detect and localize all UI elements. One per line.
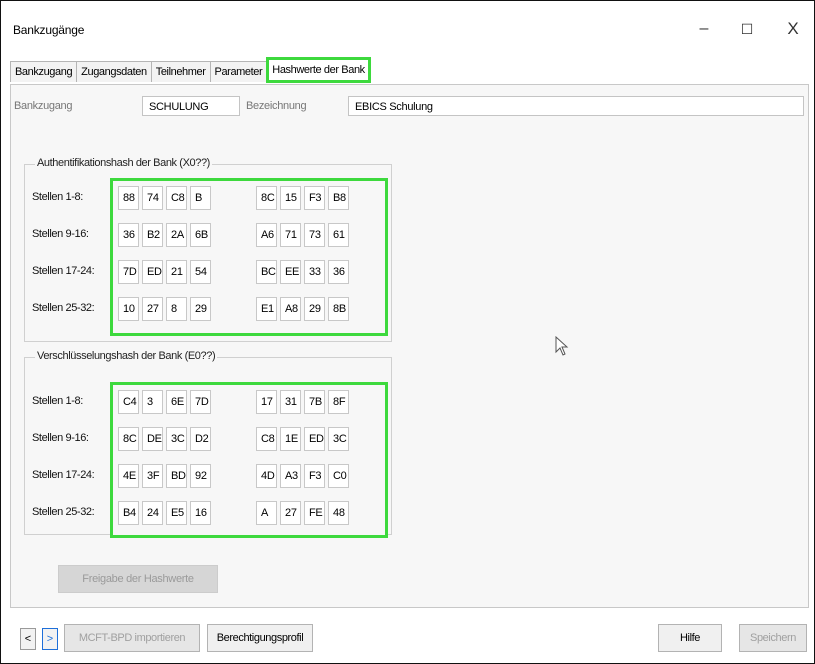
hash-cell: EE — [280, 260, 301, 284]
hash-cell: 8C — [118, 427, 139, 451]
row-label: Stellen 25-32: — [32, 506, 95, 518]
header-row: Bankzugang SCHULUNG Bezeichnung EBICS Sc… — [12, 96, 806, 120]
title-bar: Bankzugänge – ☐ X — [1, 1, 814, 53]
hash-cell: C8 — [256, 427, 277, 451]
hash-cell: C4 — [118, 390, 139, 414]
row-label: Stellen 9-16: — [32, 432, 89, 444]
hash-cell: 16 — [190, 501, 211, 525]
hash-cell: 36 — [328, 260, 349, 284]
tab-teilnehmer[interactable]: Teilnehmer — [150, 61, 211, 82]
tab-bankzugang[interactable]: Bankzugang — [10, 61, 78, 82]
hash-cell: 15 — [280, 186, 301, 210]
hash-cell: 24 — [142, 501, 163, 525]
hash-cell: 29 — [190, 297, 211, 321]
hash-cell: 71 — [280, 223, 301, 247]
tab-strip: Bankzugang Zugangsdaten Teilnehmer Param… — [10, 57, 371, 83]
hash-cell: A — [256, 501, 277, 525]
hash-cell: 8C — [256, 186, 277, 210]
hash-cell: DE — [142, 427, 163, 451]
hash-cell: C8 — [166, 186, 187, 210]
hash-cell: A8 — [280, 297, 301, 321]
hash-cell: FE — [304, 501, 325, 525]
hash-cell: 3C — [328, 427, 349, 451]
prev-button[interactable]: < — [20, 628, 36, 650]
row-label: Stellen 17-24: — [32, 469, 95, 481]
import-button[interactable]: MCFT-BPD importieren — [64, 624, 200, 652]
hash-cell: 92 — [190, 464, 211, 488]
minimize-button[interactable]: – — [694, 19, 714, 39]
bankzugang-label: Bankzugang — [14, 100, 73, 112]
hash-cell: B8 — [328, 186, 349, 210]
footer-bar: < > MCFT-BPD importieren Berechtigungspr… — [10, 624, 807, 654]
hash-cell: 88 — [118, 186, 139, 210]
hash-cell: 6E — [166, 390, 187, 414]
hash-cell: B2 — [142, 223, 163, 247]
hash-cell: 3 — [142, 390, 163, 414]
hash-cell: 7B — [304, 390, 325, 414]
speichern-button[interactable]: Speichern — [739, 624, 807, 652]
hash-cell: 74 — [142, 186, 163, 210]
hash-cell: 7D — [118, 260, 139, 284]
hash-cell: 48 — [328, 501, 349, 525]
hilfe-button[interactable]: Hilfe — [658, 624, 722, 652]
hash-cell: 54 — [190, 260, 211, 284]
hash-cell: D2 — [190, 427, 211, 451]
auth-hash-legend: Authentifikationshash der Bank (X0??) — [35, 157, 212, 169]
freigabe-button[interactable]: Freigabe der Hashwerte — [58, 565, 218, 593]
tab-zugangsdaten[interactable]: Zugangsdaten — [76, 61, 152, 82]
hash-cell: B4 — [118, 501, 139, 525]
hash-cell: 73 — [304, 223, 325, 247]
hash-cell: 3F — [142, 464, 163, 488]
hash-cell: F3 — [304, 186, 325, 210]
hash-cell: 10 — [118, 297, 139, 321]
hash-cell: ED — [304, 427, 325, 451]
mouse-cursor-icon — [555, 335, 569, 359]
hash-cell: 36 — [118, 223, 139, 247]
hash-cell: 4D — [256, 464, 277, 488]
hash-cell: B — [190, 186, 211, 210]
row-label: Stellen 1-8: — [32, 395, 83, 407]
bankzugang-field: SCHULUNG — [142, 96, 240, 116]
hash-cell: 31 — [280, 390, 301, 414]
bezeichnung-field: EBICS Schulung — [348, 96, 804, 116]
tab-hashwerte-der-bank[interactable]: Hashwerte der Bank — [266, 57, 371, 83]
hash-cell: 7D — [190, 390, 211, 414]
hash-cell: E5 — [166, 501, 187, 525]
hash-cell: 27 — [280, 501, 301, 525]
hash-cell: 61 — [328, 223, 349, 247]
hash-cell: 27 — [142, 297, 163, 321]
row-label: Stellen 25-32: — [32, 302, 95, 314]
hash-cell: F3 — [304, 464, 325, 488]
hash-cell: 6B — [190, 223, 211, 247]
close-button[interactable]: X — [783, 19, 803, 39]
row-label: Stellen 9-16: — [32, 228, 89, 240]
hash-cell: 1E — [280, 427, 301, 451]
hash-cell: 29 — [304, 297, 325, 321]
hash-cell: 4E — [118, 464, 139, 488]
bezeichnung-label: Bezeichnung — [246, 100, 307, 112]
row-label: Stellen 1-8: — [32, 191, 83, 203]
hash-cell: ED — [142, 260, 163, 284]
hash-cell: A3 — [280, 464, 301, 488]
hash-cell: 3C — [166, 427, 187, 451]
hash-cell: 8F — [328, 390, 349, 414]
row-label: Stellen 17-24: — [32, 265, 95, 277]
hash-cell: 17 — [256, 390, 277, 414]
hash-cell: BC — [256, 260, 277, 284]
hash-cell: 8B — [328, 297, 349, 321]
hash-cell: BD — [166, 464, 187, 488]
berechtigungsprofil-button[interactable]: Berechtigungsprofil — [207, 624, 313, 652]
maximize-button[interactable]: ☐ — [737, 19, 757, 39]
tab-parameter[interactable]: Parameter — [209, 61, 268, 82]
enc-hash-legend: Verschlüsselungshash der Bank (E0??) — [35, 350, 218, 362]
window-title: Bankzugänge — [13, 23, 85, 37]
hash-cell: 21 — [166, 260, 187, 284]
hash-cell: 8 — [166, 297, 187, 321]
hash-cell: E1 — [256, 297, 277, 321]
next-button[interactable]: > — [42, 628, 58, 650]
hash-cell: C0 — [328, 464, 349, 488]
hash-cell: 2A — [166, 223, 187, 247]
hash-cell: 33 — [304, 260, 325, 284]
hash-cell: A6 — [256, 223, 277, 247]
